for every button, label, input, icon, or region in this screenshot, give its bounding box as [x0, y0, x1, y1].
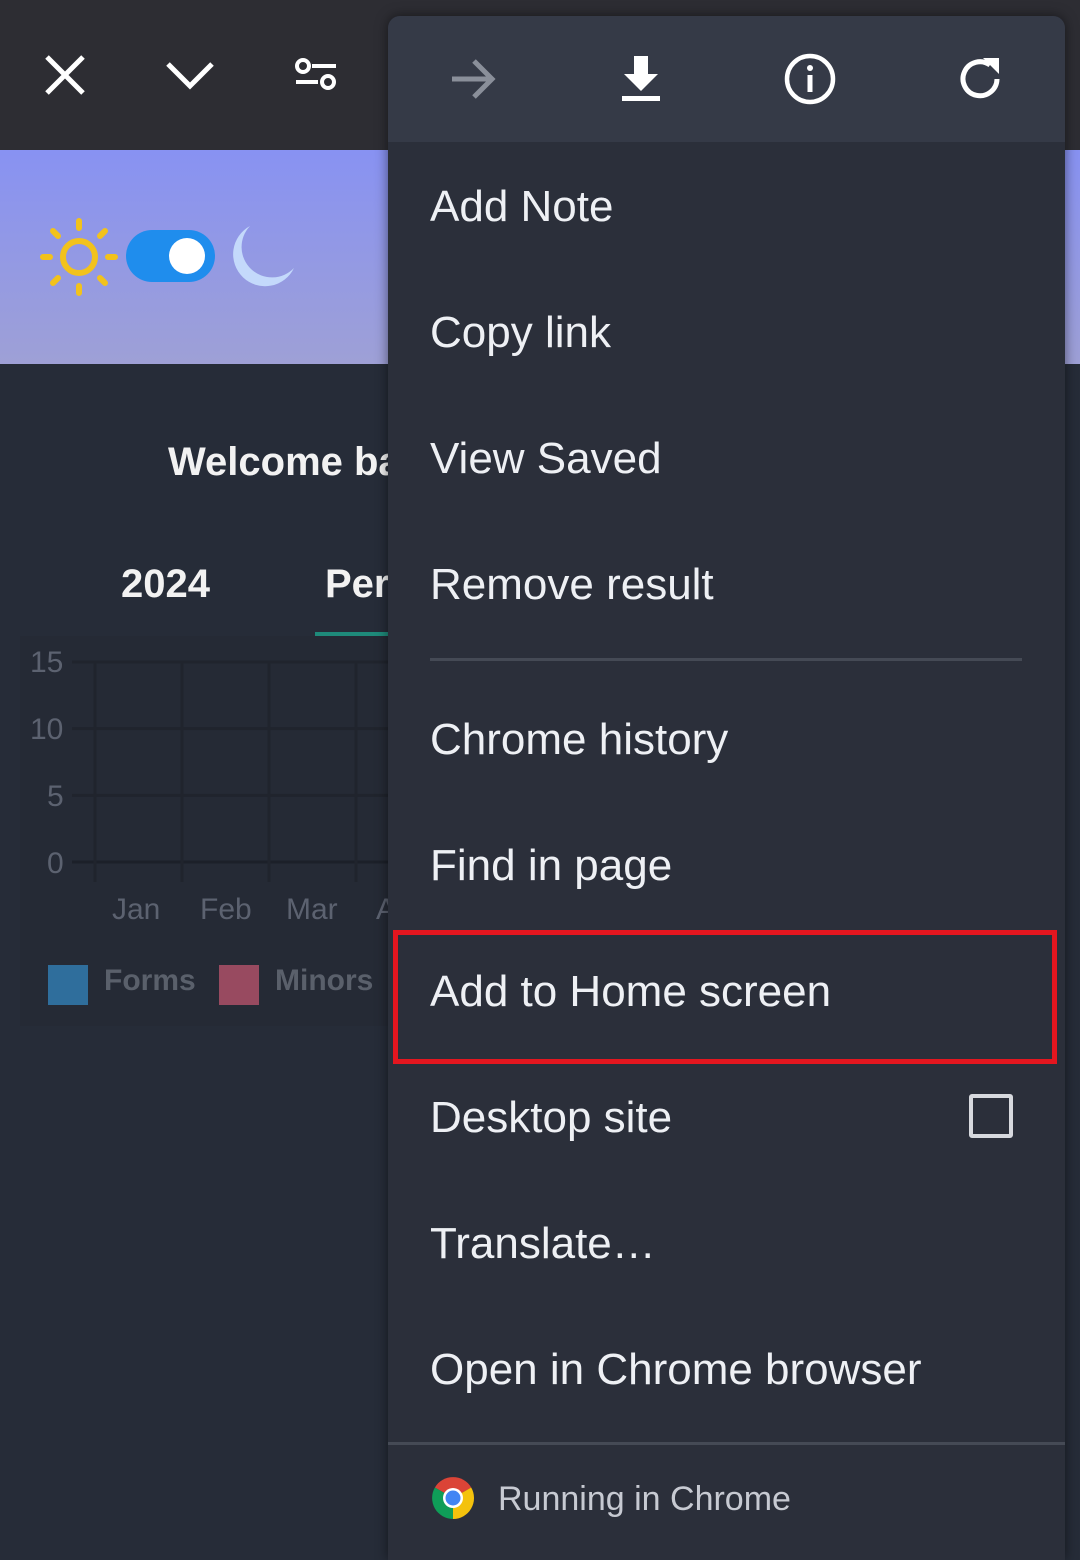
menu-icon-row	[388, 16, 1065, 142]
legend-label-forms[interactable]: Forms	[104, 964, 196, 998]
forward-arrow-icon[interactable]	[446, 52, 500, 106]
x-tick: Mar	[286, 893, 338, 926]
sun-icon	[40, 218, 118, 296]
chevron-down-icon[interactable]	[165, 50, 215, 100]
menu-item-open-in-chrome[interactable]: Open in Chrome browser	[430, 1345, 922, 1395]
y-tick: 15	[30, 646, 64, 679]
tab-2024[interactable]: 2024	[121, 562, 210, 607]
menu-item-add-to-home-screen[interactable]: Add to Home screen	[430, 967, 831, 1017]
x-tick: Jan	[112, 893, 161, 926]
y-tick: 0	[47, 847, 64, 880]
theme-toggle[interactable]	[126, 230, 215, 282]
menu-item-add-note[interactable]: Add Note	[430, 182, 613, 232]
tab-per[interactable]: Per	[325, 562, 390, 607]
legend-swatch-minors	[219, 965, 259, 1005]
welcome-text: Welcome ba	[168, 440, 401, 484]
menu-item-view-saved[interactable]: View Saved	[430, 434, 662, 484]
download-icon[interactable]	[614, 52, 668, 106]
toggle-knob	[169, 238, 205, 274]
info-icon[interactable]	[783, 52, 837, 106]
footer-divider	[388, 1442, 1065, 1445]
overflow-menu: Add Note Copy link View Saved Remove res…	[388, 16, 1065, 1560]
legend-label-minors[interactable]: Minors	[275, 964, 373, 998]
close-icon[interactable]	[40, 50, 90, 100]
menu-item-translate[interactable]: Translate…	[430, 1219, 656, 1269]
legend-swatch-forms	[48, 965, 88, 1005]
chrome-logo-icon	[432, 1477, 475, 1519]
menu-divider	[430, 658, 1022, 661]
menu-item-chrome-history[interactable]: Chrome history	[430, 715, 728, 765]
desktop-site-checkbox[interactable]	[969, 1094, 1013, 1138]
y-tick: 10	[30, 713, 64, 746]
y-tick: 5	[47, 780, 64, 813]
tune-icon[interactable]	[292, 50, 342, 100]
moon-icon	[233, 226, 294, 287]
menu-item-desktop-site[interactable]: Desktop site	[430, 1093, 672, 1143]
menu-item-remove-result[interactable]: Remove result	[430, 560, 714, 610]
running-in-chrome-label: Running in Chrome	[498, 1480, 791, 1518]
menu-item-copy-link[interactable]: Copy link	[430, 308, 611, 358]
x-tick: Feb	[200, 893, 252, 926]
refresh-icon[interactable]	[953, 52, 1007, 106]
menu-item-find-in-page[interactable]: Find in page	[430, 841, 672, 891]
